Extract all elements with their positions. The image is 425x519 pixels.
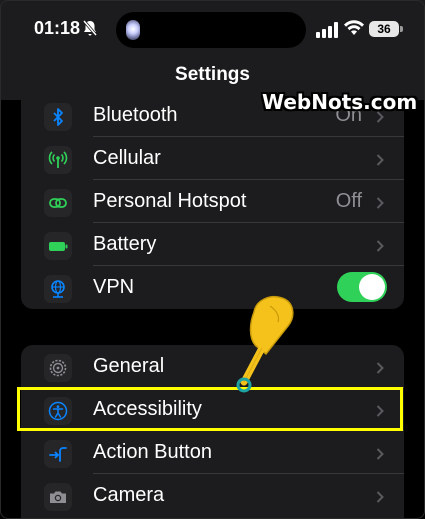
chevron-right-icon <box>376 362 384 374</box>
system-group: General Accessibility Action Button Came… <box>21 345 404 519</box>
row-label: Bluetooth <box>93 104 178 126</box>
battery-icon <box>44 232 72 260</box>
row-label: VPN <box>93 276 135 298</box>
row-label: Personal Hotspot <box>93 190 247 212</box>
page-title: Settings <box>175 64 250 85</box>
chevron-right-icon <box>376 448 384 460</box>
action-button-icon <box>44 440 72 468</box>
wifi-icon <box>344 20 364 35</box>
row-personal-hotspot[interactable]: Personal Hotspot Off <box>21 180 404 223</box>
chevron-right-icon <box>376 491 384 503</box>
connectivity-group: Bluetooth On Cellular Personal Hotspot O… <box>21 100 404 309</box>
row-general[interactable]: General <box>21 345 404 388</box>
accessibility-highlight-box <box>17 387 403 431</box>
row-label: Cellular <box>93 147 161 169</box>
cellular-signal-icon <box>316 22 338 38</box>
flashlight-indicator-icon <box>126 20 140 40</box>
row-label: Action Button <box>93 441 212 463</box>
chevron-right-icon <box>376 197 384 209</box>
vpn-toggle[interactable] <box>337 272 387 302</box>
battery-nub <box>400 26 403 32</box>
toggle-knob <box>359 274 385 300</box>
row-value: Off <box>335 190 362 212</box>
watermark: WebNots.com <box>262 90 418 114</box>
row-camera[interactable]: Camera <box>21 474 404 517</box>
antenna-icon <box>44 146 72 174</box>
row-battery[interactable]: Battery <box>21 223 404 266</box>
chevron-right-icon <box>376 154 384 166</box>
row-label: Camera <box>93 484 165 506</box>
link-icon <box>44 189 72 217</box>
silent-bell-icon <box>82 20 98 36</box>
bluetooth-icon <box>44 103 72 131</box>
status-bar: 01:18 36 <box>0 0 425 62</box>
pointing-hand-icon <box>236 296 294 393</box>
row-cellular[interactable]: Cellular <box>21 137 404 180</box>
globe-icon <box>44 275 72 303</box>
dynamic-island <box>116 12 306 48</box>
camera-icon <box>44 483 72 511</box>
row-label: Battery <box>93 233 157 255</box>
row-vpn[interactable]: VPN <box>21 266 404 309</box>
row-label: General <box>93 355 165 377</box>
gear-icon <box>44 354 72 382</box>
status-time: 01:18 <box>34 18 81 38</box>
row-action-button[interactable]: Action Button <box>21 431 404 474</box>
battery-level: 36 <box>369 21 399 37</box>
chevron-right-icon <box>376 240 384 252</box>
